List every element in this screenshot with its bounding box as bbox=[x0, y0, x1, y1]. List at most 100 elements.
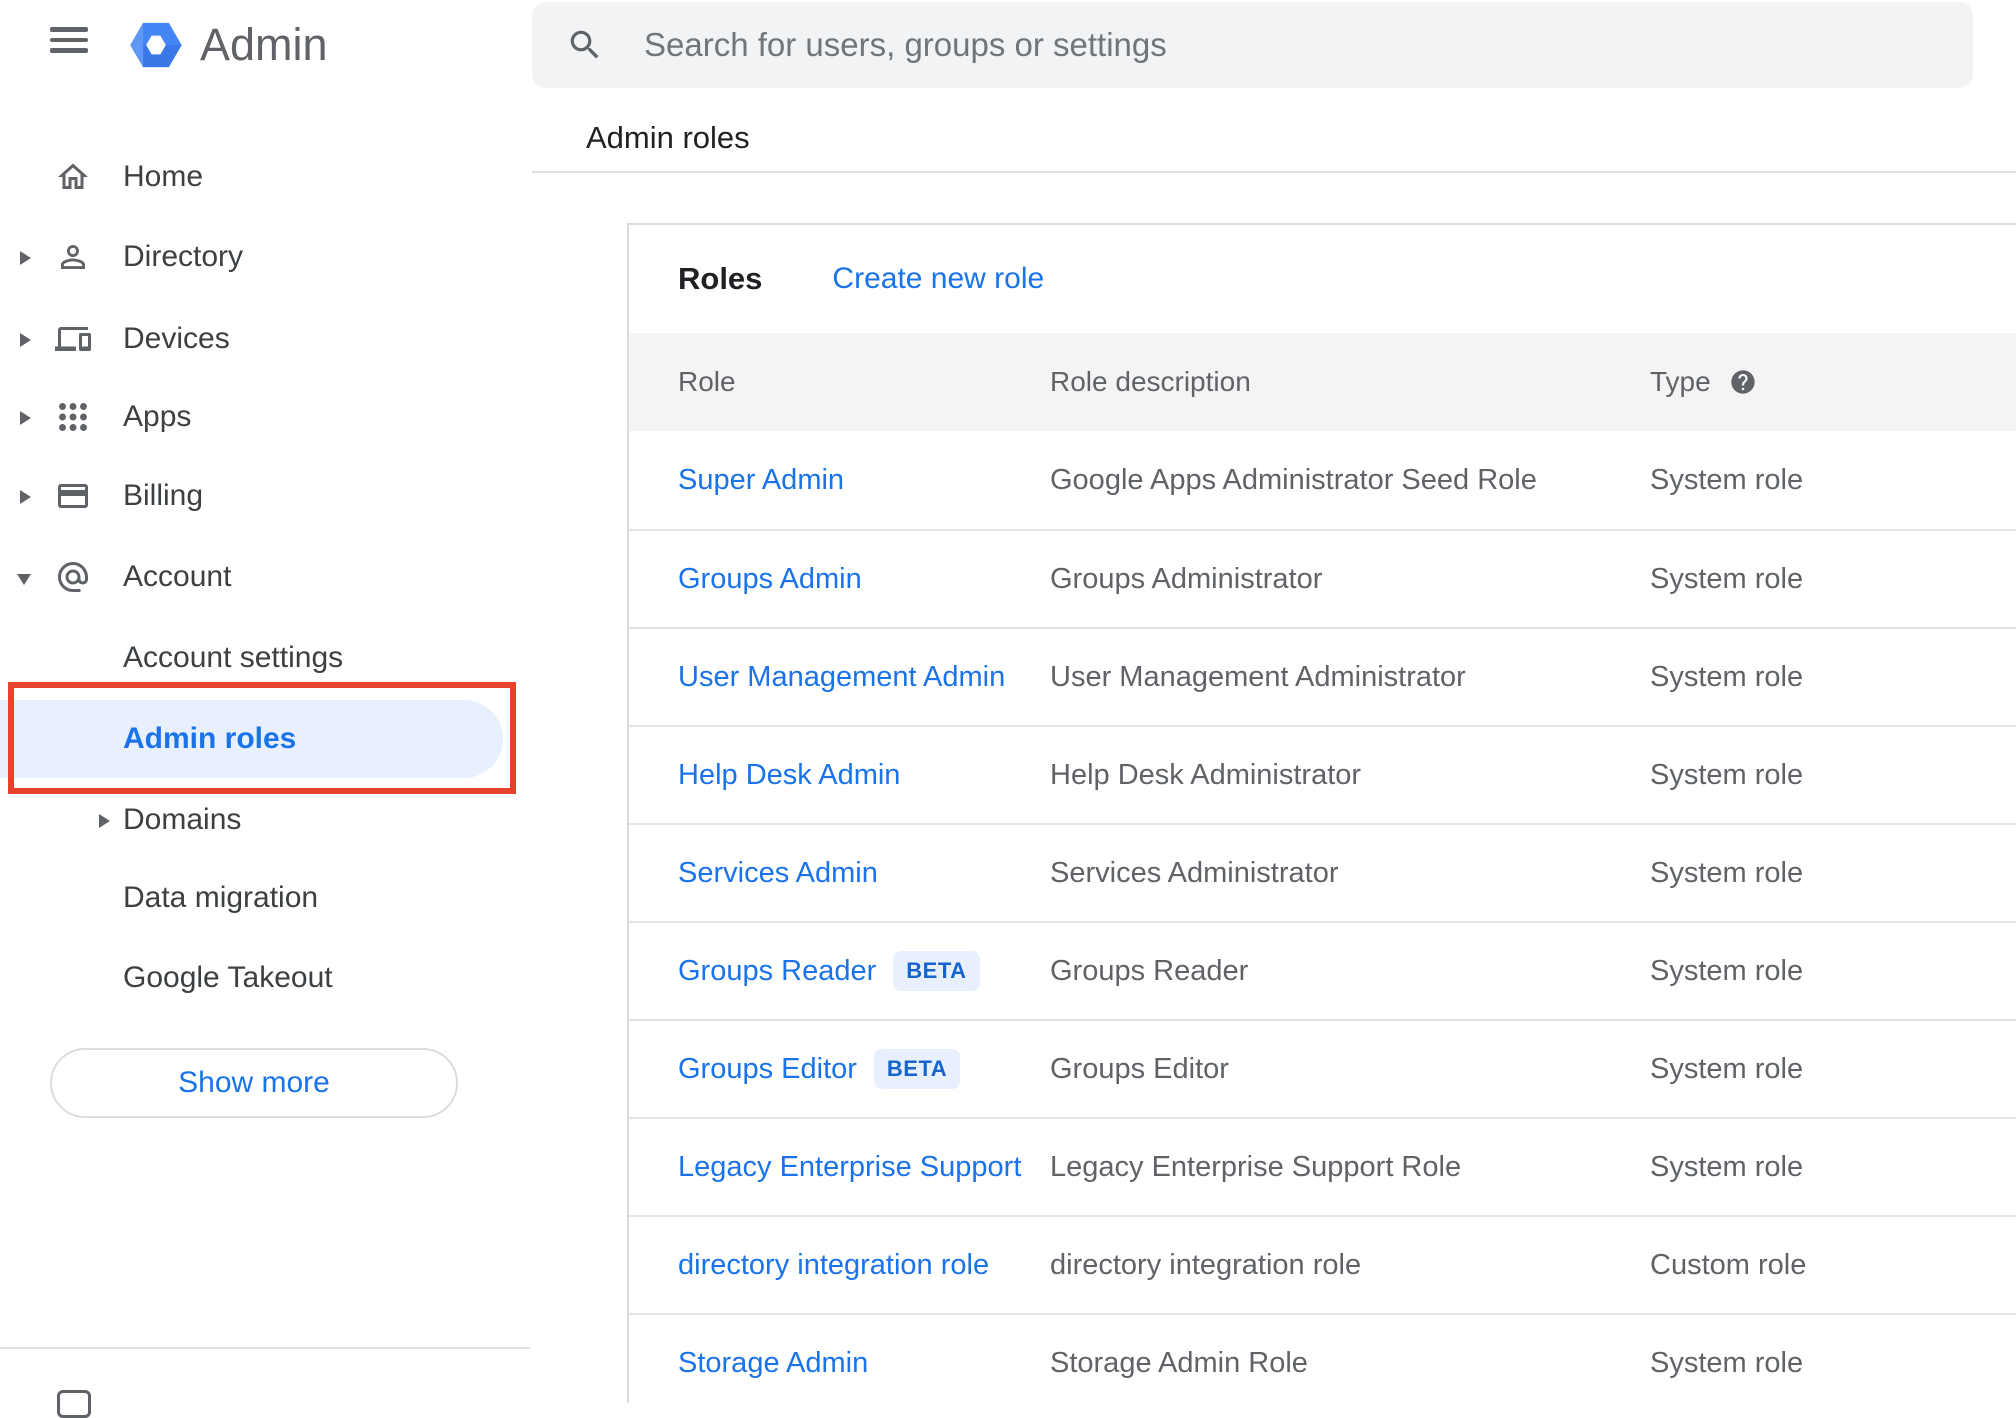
role-link[interactable]: Services Admin bbox=[678, 857, 878, 890]
role-type: System role bbox=[1650, 463, 1804, 496]
column-header-description: Role description bbox=[1050, 366, 1251, 397]
sidebar-item-label: Data migration bbox=[123, 881, 319, 914]
sidebar-item-label: Google Takeout bbox=[123, 961, 333, 994]
table-row: Groups Reader BETA Groups Reader System … bbox=[629, 921, 2016, 1019]
role-description: Groups Editor bbox=[1050, 1052, 1229, 1085]
role-cell: Legacy Enterprise Support bbox=[678, 1151, 1050, 1184]
role-type: System role bbox=[1650, 1346, 1804, 1379]
role-type: System role bbox=[1650, 954, 1804, 987]
table-row: User Management Admin User Management Ad… bbox=[629, 627, 2016, 725]
google-admin-console: { "app": { "title": "Admin" }, "search":… bbox=[0, 0, 2016, 1418]
role-description: Groups Administrator bbox=[1050, 562, 1323, 595]
create-new-role-link[interactable]: Create new role bbox=[832, 262, 1044, 296]
sidebar-item-devices[interactable]: Devices bbox=[0, 299, 530, 379]
role-description: Legacy Enterprise Support Role bbox=[1050, 1150, 1462, 1183]
table-row: Services Admin Services Administrator Sy… bbox=[629, 823, 2016, 921]
table-row: Super Admin Google Apps Administrator Se… bbox=[629, 431, 2016, 529]
chevron-down-icon[interactable] bbox=[17, 574, 31, 585]
chevron-right-icon[interactable] bbox=[20, 251, 31, 265]
sidebar-item-apps[interactable]: Apps bbox=[0, 377, 530, 457]
beta-badge: BETA bbox=[873, 1049, 961, 1089]
annotation-red-box bbox=[8, 682, 516, 794]
role-link[interactable]: directory integration role bbox=[678, 1249, 989, 1282]
sidebar-item-label: Apps bbox=[123, 400, 192, 433]
role-cell: Services Admin bbox=[678, 857, 1050, 890]
roles-card: Roles Create new role Role Role descript… bbox=[627, 223, 2016, 1403]
sidebar-item-account[interactable]: Account bbox=[0, 537, 530, 617]
app-title: Admin bbox=[200, 19, 328, 70]
role-description: Help Desk Administrator bbox=[1050, 758, 1362, 791]
sidebar-item-label: Devices bbox=[123, 322, 230, 355]
chevron-right-icon[interactable] bbox=[20, 490, 31, 504]
search-input[interactable] bbox=[644, 2, 1944, 88]
sidebar-item-home[interactable]: Home bbox=[0, 137, 530, 217]
header-divider bbox=[532, 171, 2016, 173]
at-email-icon bbox=[58, 562, 88, 592]
sidebar-divider bbox=[0, 1347, 530, 1349]
sidebar-item-label: Directory bbox=[123, 240, 244, 273]
role-cell: Groups Editor BETA bbox=[678, 1049, 1050, 1089]
role-link[interactable]: Help Desk Admin bbox=[678, 759, 900, 792]
table-row: Legacy Enterprise Support Legacy Enterpr… bbox=[629, 1117, 2016, 1215]
sidebar: Admin Home Directory Devices Apps Billin… bbox=[0, 0, 530, 1418]
breadcrumb: Admin roles bbox=[586, 120, 750, 155]
home-icon bbox=[58, 163, 88, 189]
role-cell: directory integration role bbox=[678, 1249, 1050, 1282]
role-link[interactable]: Legacy Enterprise Support bbox=[678, 1151, 1021, 1184]
table-row: Groups Admin Groups Administrator System… bbox=[629, 529, 2016, 627]
sidebar-item-domains[interactable]: Domains bbox=[0, 780, 530, 860]
admin-logo-icon bbox=[130, 22, 182, 68]
beta-badge: BETA bbox=[893, 951, 980, 991]
role-type: System role bbox=[1650, 1052, 1804, 1085]
chevron-right-icon[interactable] bbox=[20, 333, 31, 347]
role-description: Google Apps Administrator Seed Role bbox=[1050, 463, 1537, 496]
help-icon[interactable] bbox=[1729, 368, 1757, 396]
column-header-type: Type bbox=[1650, 366, 2016, 398]
table-row: Help Desk Admin Help Desk Administrator … bbox=[629, 725, 2016, 823]
cut-off-menu-icon bbox=[57, 1390, 91, 1418]
role-link[interactable]: Groups Reader bbox=[678, 955, 876, 988]
role-cell: Help Desk Admin bbox=[678, 759, 1050, 792]
role-description: Storage Admin Role bbox=[1050, 1346, 1308, 1379]
sidebar-item-data-migration[interactable]: Data migration bbox=[0, 858, 530, 938]
role-type: System role bbox=[1650, 1150, 1804, 1183]
role-description: directory integration role bbox=[1050, 1248, 1362, 1281]
role-link[interactable]: Groups Editor bbox=[678, 1053, 857, 1086]
sidebar-item-billing[interactable]: Billing bbox=[0, 456, 530, 536]
apps-grid-icon bbox=[59, 403, 87, 431]
role-description: Groups Reader bbox=[1050, 954, 1249, 987]
role-cell: Groups Reader BETA bbox=[678, 951, 1050, 991]
sidebar-item-label: Billing bbox=[123, 479, 204, 512]
role-link[interactable]: Storage Admin bbox=[678, 1347, 868, 1380]
roles-table-body: Super Admin Google Apps Administrator Se… bbox=[629, 431, 2016, 1411]
role-type: System role bbox=[1650, 758, 1804, 791]
menu-hamburger-icon[interactable] bbox=[50, 27, 88, 53]
table-row: directory integration role directory int… bbox=[629, 1215, 2016, 1313]
role-cell: Storage Admin bbox=[678, 1347, 1050, 1380]
table-header-row: Role Role description Type bbox=[629, 333, 2016, 431]
person-icon bbox=[61, 245, 85, 269]
role-link[interactable]: Super Admin bbox=[678, 464, 844, 497]
global-search-bar bbox=[532, 2, 1973, 88]
chevron-right-icon[interactable] bbox=[20, 411, 31, 425]
card-title: Roles bbox=[678, 261, 763, 296]
devices-icon bbox=[55, 327, 91, 351]
role-link[interactable]: User Management Admin bbox=[678, 661, 1005, 694]
roles-card-header: Roles Create new role bbox=[629, 225, 2016, 333]
role-cell: Super Admin bbox=[678, 464, 1050, 497]
role-cell: Groups Admin bbox=[678, 563, 1050, 596]
search-icon bbox=[570, 30, 599, 59]
role-cell: User Management Admin bbox=[678, 661, 1050, 694]
sidebar-item-label: Domains bbox=[123, 803, 242, 836]
credit-card-icon bbox=[58, 484, 88, 508]
role-type: System role bbox=[1650, 660, 1804, 693]
role-type: System role bbox=[1650, 856, 1804, 889]
role-description: User Management Administrator bbox=[1050, 660, 1466, 693]
role-link[interactable]: Groups Admin bbox=[678, 563, 862, 596]
role-description: Services Administrator bbox=[1050, 856, 1339, 889]
sidebar-item-google-takeout[interactable]: Google Takeout bbox=[0, 938, 530, 1018]
sidebar-item-directory[interactable]: Directory bbox=[0, 217, 530, 297]
role-type: System role bbox=[1650, 562, 1804, 595]
chevron-right-icon[interactable] bbox=[99, 814, 110, 828]
show-more-button[interactable]: Show more bbox=[50, 1048, 458, 1118]
